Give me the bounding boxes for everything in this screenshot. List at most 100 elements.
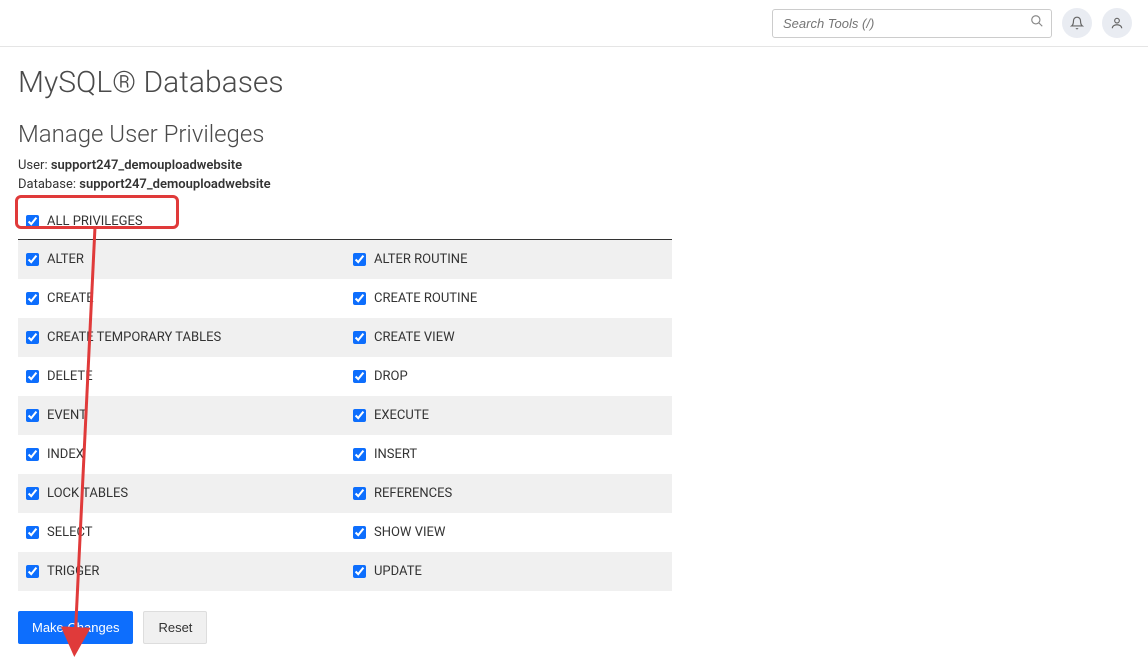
- privilege-cell: CREATE TEMPORARY TABLES: [18, 318, 345, 357]
- privilege-cell: ALTER ROUTINE: [345, 240, 672, 280]
- all-privileges-checkbox[interactable]: [26, 215, 39, 228]
- privilege-text: INSERT: [374, 447, 417, 462]
- privilege-text: EXECUTE: [374, 408, 429, 423]
- privilege-checkbox[interactable]: [26, 331, 39, 344]
- reset-button[interactable]: Reset: [143, 611, 207, 644]
- privilege-text: ALTER: [47, 252, 84, 267]
- privilege-label[interactable]: INSERT: [353, 447, 664, 462]
- privilege-cell: UPDATE: [345, 552, 672, 591]
- privilege-checkbox[interactable]: [26, 565, 39, 578]
- privilege-label[interactable]: CREATE ROUTINE: [353, 291, 664, 306]
- privilege-cell: EVENT: [18, 396, 345, 435]
- privilege-label[interactable]: INDEX: [26, 447, 337, 462]
- search-input[interactable]: [772, 9, 1052, 38]
- privilege-checkbox[interactable]: [353, 448, 366, 461]
- privilege-cell: SELECT: [18, 513, 345, 552]
- privilege-text: INDEX: [47, 447, 84, 462]
- privilege-checkbox[interactable]: [26, 409, 39, 422]
- privilege-checkbox[interactable]: [26, 370, 39, 383]
- privilege-cell: REFERENCES: [345, 474, 672, 513]
- privilege-cell: CREATE VIEW: [345, 318, 672, 357]
- privilege-checkbox[interactable]: [353, 331, 366, 344]
- privilege-row: INDEX INSERT: [18, 435, 672, 474]
- privilege-cell: CREATE: [18, 279, 345, 318]
- privilege-label[interactable]: SHOW VIEW: [353, 525, 664, 540]
- privilege-text: REFERENCES: [374, 486, 452, 501]
- privilege-label[interactable]: CREATE TEMPORARY TABLES: [26, 330, 337, 345]
- privilege-row: EVENT EXECUTE: [18, 396, 672, 435]
- privilege-checkbox[interactable]: [353, 409, 366, 422]
- privilege-cell: LOCK TABLES: [18, 474, 345, 513]
- privilege-checkbox[interactable]: [26, 448, 39, 461]
- privilege-checkbox[interactable]: [353, 526, 366, 539]
- privilege-cell: DROP: [345, 357, 672, 396]
- privilege-text: ALTER ROUTINE: [374, 252, 467, 267]
- privilege-label[interactable]: CREATE: [26, 291, 337, 306]
- privilege-text: DELETE: [47, 369, 93, 384]
- privilege-row: DELETE DROP: [18, 357, 672, 396]
- privilege-text: SELECT: [47, 525, 93, 540]
- privilege-label[interactable]: EXECUTE: [353, 408, 664, 423]
- privilege-text: CREATE VIEW: [374, 330, 455, 345]
- privilege-checkbox[interactable]: [26, 292, 39, 305]
- privilege-cell: INSERT: [345, 435, 672, 474]
- button-row: Make Changes Reset: [18, 611, 682, 644]
- privilege-cell: CREATE ROUTINE: [345, 279, 672, 318]
- top-bar: [0, 0, 1148, 47]
- privileges-table: ALTER ALTER ROUTINE CREATE CREATE ROUTINE CR…: [18, 239, 672, 591]
- privilege-checkbox[interactable]: [353, 253, 366, 266]
- privilege-label[interactable]: TRIGGER: [26, 564, 337, 579]
- privilege-cell: SHOW VIEW: [345, 513, 672, 552]
- privilege-text: CREATE: [47, 291, 94, 306]
- privilege-text: DROP: [374, 369, 408, 384]
- privilege-label[interactable]: ALTER: [26, 252, 337, 267]
- page-subtitle: Manage User Privileges: [18, 120, 682, 148]
- privilege-label[interactable]: UPDATE: [353, 564, 664, 579]
- privilege-row: CREATE TEMPORARY TABLES CREATE VIEW: [18, 318, 672, 357]
- privilege-cell: DELETE: [18, 357, 345, 396]
- privilege-row: LOCK TABLES REFERENCES: [18, 474, 672, 513]
- privilege-checkbox[interactable]: [26, 526, 39, 539]
- privilege-text: SHOW VIEW: [374, 525, 445, 540]
- search-container: [772, 9, 1052, 38]
- privilege-cell: TRIGGER: [18, 552, 345, 591]
- privilege-checkbox[interactable]: [26, 487, 39, 500]
- all-privileges-row: ALL PRIVILEGES: [18, 204, 682, 239]
- database-meta: Database: support247_demouploadwebsite: [18, 177, 682, 192]
- privilege-text: UPDATE: [374, 564, 422, 579]
- privilege-text: TRIGGER: [47, 564, 99, 579]
- privilege-text: CREATE TEMPORARY TABLES: [47, 330, 221, 345]
- privilege-label[interactable]: LOCK TABLES: [26, 486, 337, 501]
- privilege-row: ALTER ALTER ROUTINE: [18, 240, 672, 280]
- privilege-checkbox[interactable]: [353, 292, 366, 305]
- page-title: MySQL® Databases: [18, 65, 682, 100]
- all-privileges-label[interactable]: ALL PRIVILEGES: [26, 214, 143, 229]
- privilege-cell: EXECUTE: [345, 396, 672, 435]
- privilege-checkbox[interactable]: [353, 487, 366, 500]
- privilege-checkbox[interactable]: [26, 253, 39, 266]
- database-label: Database:: [18, 177, 76, 192]
- privilege-text: LOCK TABLES: [47, 486, 128, 501]
- privilege-row: TRIGGER UPDATE: [18, 552, 672, 591]
- privilege-cell: INDEX: [18, 435, 345, 474]
- privilege-text: EVENT: [47, 408, 87, 423]
- user-meta: User: support247_demouploadwebsite: [18, 158, 682, 173]
- privilege-checkbox[interactable]: [353, 565, 366, 578]
- all-privileges-text: ALL PRIVILEGES: [47, 214, 143, 229]
- privilege-label[interactable]: CREATE VIEW: [353, 330, 664, 345]
- privilege-label[interactable]: EVENT: [26, 408, 337, 423]
- make-changes-button[interactable]: Make Changes: [18, 611, 133, 644]
- user-menu-button[interactable]: [1102, 8, 1132, 38]
- privilege-label[interactable]: REFERENCES: [353, 486, 664, 501]
- main-content: MySQL® Databases Manage User Privileges …: [0, 47, 700, 662]
- privilege-text: CREATE ROUTINE: [374, 291, 477, 306]
- database-value: support247_demouploadwebsite: [79, 177, 270, 192]
- privilege-cell: ALTER: [18, 240, 345, 280]
- privilege-label[interactable]: DROP: [353, 369, 664, 384]
- privilege-label[interactable]: ALTER ROUTINE: [353, 252, 664, 267]
- notifications-button[interactable]: [1062, 8, 1092, 38]
- search-icon[interactable]: [1030, 14, 1044, 32]
- privilege-label[interactable]: SELECT: [26, 525, 337, 540]
- privilege-checkbox[interactable]: [353, 370, 366, 383]
- privilege-label[interactable]: DELETE: [26, 369, 337, 384]
